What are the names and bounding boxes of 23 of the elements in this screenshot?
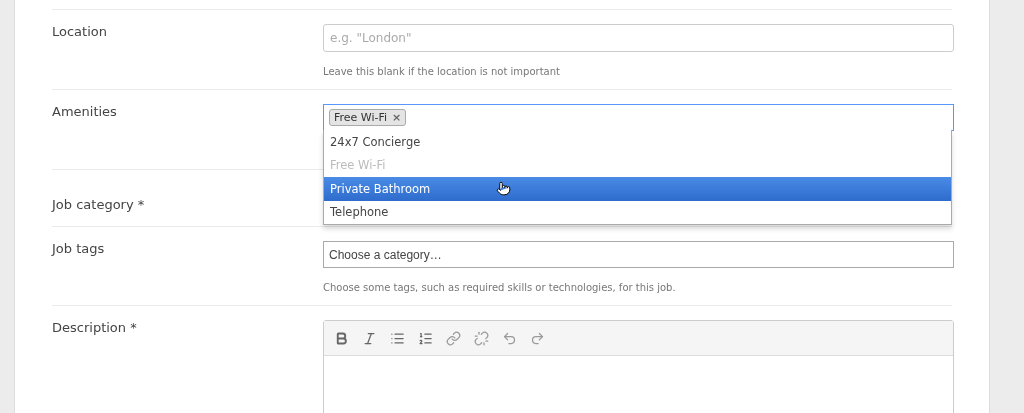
location-field[interactable]: e.g. "London" [323, 24, 954, 52]
field-hint: Leave this blank if the location is not important [323, 66, 561, 77]
field-label: Location [52, 24, 108, 41]
dropdown-option[interactable]: 24x7 Concierge [324, 130, 951, 154]
undo-icon[interactable] [502, 330, 517, 346]
category-select[interactable]: Choose a category… [323, 241, 954, 268]
field-label: Description * [52, 320, 138, 337]
bullets-icon[interactable] [390, 330, 405, 346]
hand-cursor-icon [496, 181, 511, 196]
link-icon[interactable] [446, 330, 461, 346]
field-label: Job tags [52, 241, 106, 258]
numbers-icon[interactable] [418, 330, 433, 346]
remove-tag-button[interactable]: × [392, 111, 402, 124]
redo-icon[interactable] [530, 330, 545, 346]
field-label: Amenities [52, 104, 118, 121]
dropdown-option[interactable]: Private Bathroom [324, 177, 951, 201]
unlink-icon[interactable] [474, 330, 489, 346]
tag-label: Free Wi-Fi [334, 111, 388, 124]
italic-icon[interactable] [362, 330, 377, 346]
bold-icon[interactable] [334, 330, 349, 346]
field-label: Job category * [52, 196, 146, 212]
dropdown-option[interactable]: Telephone [324, 200, 951, 224]
field-hint: Choose some tags, such as required skills or technologies, for this job. [323, 282, 677, 293]
